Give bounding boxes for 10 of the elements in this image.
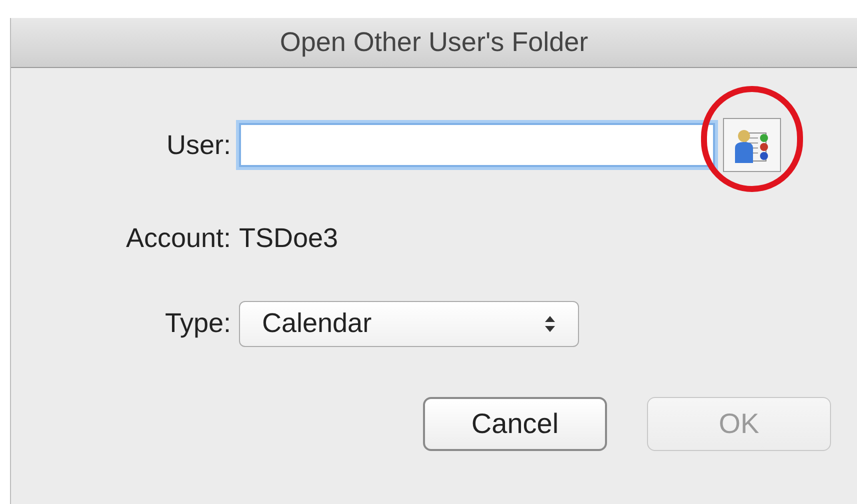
- address-book-button[interactable]: [723, 118, 781, 172]
- type-label: Type:: [164, 307, 231, 340]
- window-title: Open Other User's Folder: [280, 26, 588, 60]
- type-select[interactable]: Calendar: [239, 300, 579, 346]
- user-label: User:: [165, 128, 231, 162]
- account-label: Account:: [124, 222, 231, 255]
- up-down-arrows-icon: [544, 314, 556, 334]
- user-field[interactable]: [239, 123, 715, 167]
- account-value: TSDoe3: [239, 222, 340, 255]
- dialog-button[interactable]: Cancel: [423, 396, 607, 450]
